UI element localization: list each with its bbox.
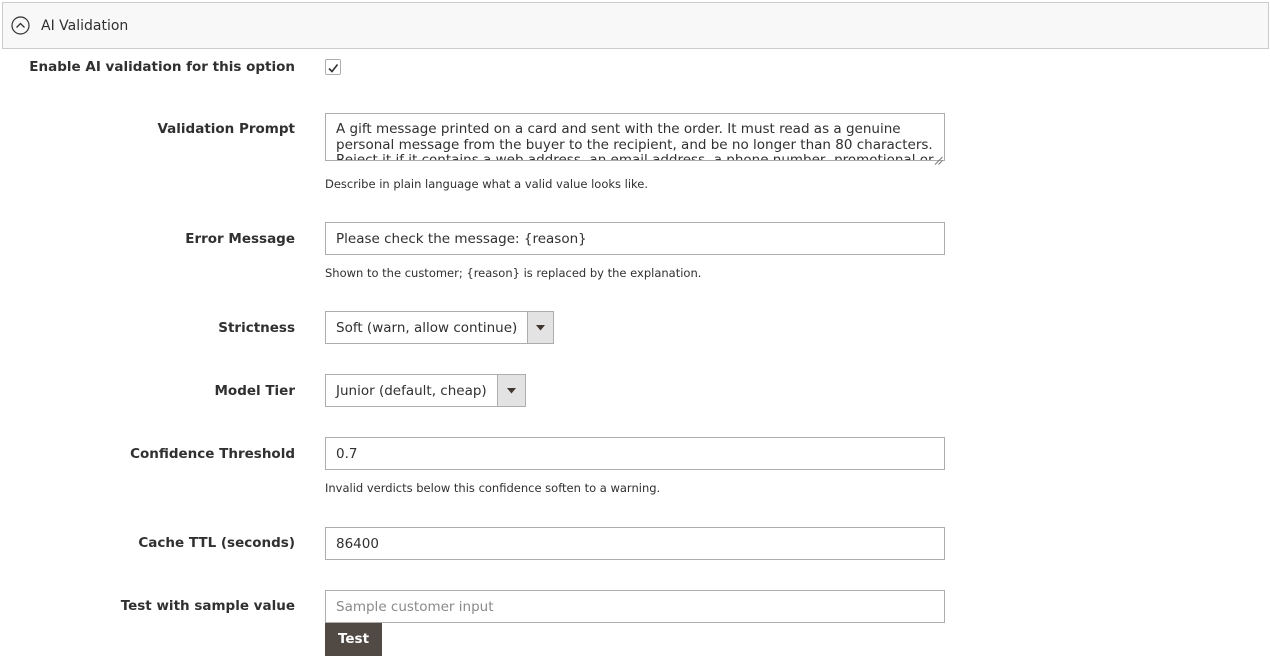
- sample-input-field[interactable]: [325, 590, 945, 623]
- section-title: AI Validation: [41, 17, 129, 34]
- confidence-threshold-label: Confidence Threshold: [130, 446, 295, 462]
- dropdown-arrow-icon[interactable]: [496, 375, 525, 406]
- test-sample-label: Test with sample value: [120, 598, 295, 614]
- ai-validation-section-header[interactable]: AI Validation: [2, 2, 1269, 49]
- test-button[interactable]: Test: [325, 623, 382, 656]
- error-message-input[interactable]: [325, 222, 945, 255]
- strictness-label: Strictness: [218, 320, 295, 336]
- dropdown-arrow-icon[interactable]: [527, 312, 553, 343]
- strictness-select[interactable]: Soft (warn, allow continue): [325, 311, 554, 344]
- model-tier-label: Model Tier: [214, 383, 295, 399]
- resize-grip-icon[interactable]: [934, 150, 943, 165]
- chevron-up-circle-icon[interactable]: [11, 16, 30, 35]
- confidence-threshold-input[interactable]: [325, 437, 945, 470]
- model-tier-select[interactable]: Junior (default, cheap): [325, 374, 526, 407]
- confidence-threshold-note: Invalid verdicts below this confidence s…: [325, 481, 661, 495]
- cache-ttl-label: Cache TTL (seconds): [138, 535, 295, 551]
- error-message-note: Shown to the customer; {reason} is repla…: [325, 266, 702, 280]
- error-message-label: Error Message: [185, 231, 295, 247]
- strictness-selected-value: Soft (warn, allow continue): [336, 319, 518, 336]
- validation-prompt-label: Validation Prompt: [157, 121, 295, 137]
- validation-prompt-note: Describe in plain language what a valid …: [325, 177, 649, 191]
- enable-ai-validation-label: Enable AI validation for this option: [29, 59, 295, 75]
- enable-ai-validation-checkbox[interactable]: [325, 59, 341, 75]
- checkmark-icon: [328, 64, 339, 73]
- cache-ttl-input[interactable]: [325, 527, 945, 560]
- model-tier-selected-value: Junior (default, cheap): [336, 382, 487, 399]
- validation-prompt-textarea[interactable]: A gift message printed on a card and sen…: [325, 113, 945, 161]
